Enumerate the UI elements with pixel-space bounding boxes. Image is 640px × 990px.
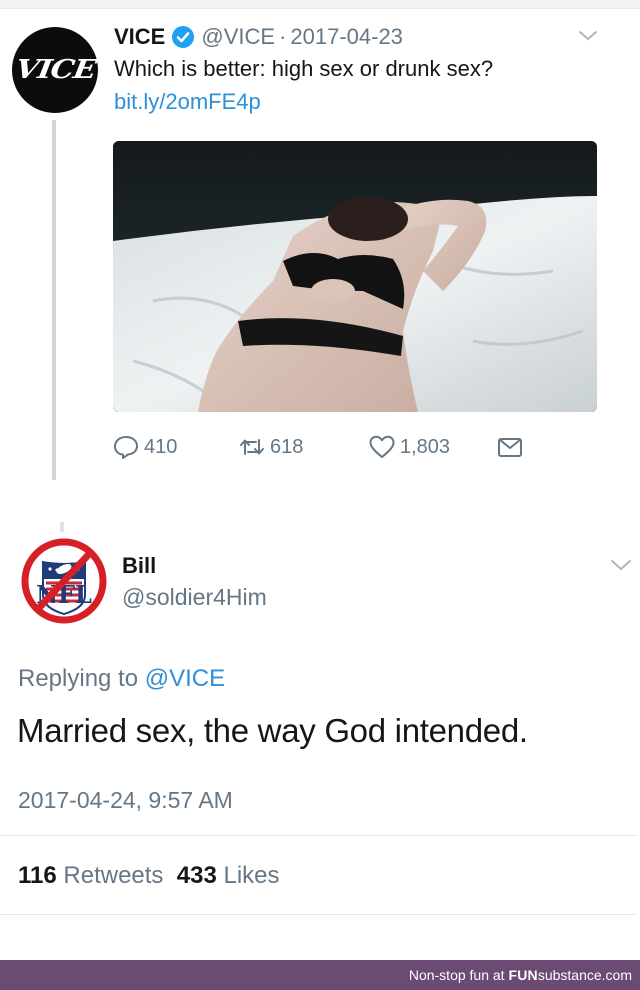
replying-to-line: Replying to @VICE (18, 665, 225, 693)
divider (0, 914, 636, 915)
reply-count: 410 (144, 435, 178, 458)
tweet-link[interactable]: bit.ly/2omFE4p (114, 89, 261, 115)
reply-icon (114, 436, 138, 459)
tweet-photo[interactable] (113, 141, 597, 412)
vice-logo: VICE (12, 55, 98, 85)
nfl-ban-avatar[interactable]: NFL (20, 537, 108, 625)
photo-illustration (113, 141, 597, 412)
reply-author-handle[interactable]: @soldier4Him (122, 584, 267, 611)
watermark-brand-suffix: .com (601, 967, 632, 983)
likes-label[interactable]: Likes (224, 862, 280, 889)
thread-gap-line (60, 522, 64, 532)
reply-action[interactable]: 410 (112, 432, 177, 462)
replying-mention-link[interactable]: @VICE (145, 665, 225, 692)
message-icon (498, 438, 522, 457)
verified-badge-icon (172, 26, 195, 48)
top-divider (0, 0, 640, 9)
tweet-date[interactable]: 2017-04-23 (290, 24, 403, 50)
tweet-text: Which is better: high sex or drunk sex? (114, 56, 494, 81)
reply-author-name[interactable]: Bill (122, 553, 156, 579)
like-action[interactable]: 1,803 (368, 432, 450, 462)
retweet-action[interactable]: 618 (238, 432, 303, 462)
engagement-stats: 116 Retweets 433 Likes (18, 862, 280, 890)
tweet-header: VICE @VICE · 2017-04-23 (114, 22, 403, 52)
replying-prefix: Replying to (18, 665, 145, 692)
reply-chevron-down-icon[interactable] (608, 556, 634, 574)
retweet-count: 618 (270, 435, 304, 458)
divider (0, 835, 636, 836)
likes-count[interactable]: 433 (177, 862, 217, 889)
watermark-brand-bold: FUN (508, 967, 538, 983)
like-count: 1,803 (400, 435, 451, 458)
author-name[interactable]: VICE (114, 24, 165, 50)
reply-timestamp[interactable]: 2017-04-24, 9:57 AM (18, 787, 233, 814)
author-handle[interactable]: @VICE (201, 24, 275, 50)
retweet-icon (240, 439, 264, 455)
watermark-banner: Non-stop fun at FUNsubstance.com (0, 960, 640, 990)
like-icon (369, 435, 395, 458)
retweets-count[interactable]: 116 (18, 862, 57, 889)
reply-tweet-text: Married sex, the way God intended. (17, 712, 528, 749)
watermark-text[interactable]: Non-stop fun at FUNsubstance.com (409, 967, 632, 983)
separator-dot: · (279, 24, 287, 49)
chevron-down-icon[interactable] (576, 28, 600, 44)
message-action[interactable] (496, 432, 524, 462)
retweets-label[interactable]: Retweets (63, 862, 163, 889)
watermark-brand-rest: substance (537, 967, 602, 983)
vice-avatar[interactable]: VICE (12, 27, 98, 113)
thread-connector-line (52, 120, 56, 480)
watermark-prefix: Non-stop fun at (408, 967, 509, 983)
